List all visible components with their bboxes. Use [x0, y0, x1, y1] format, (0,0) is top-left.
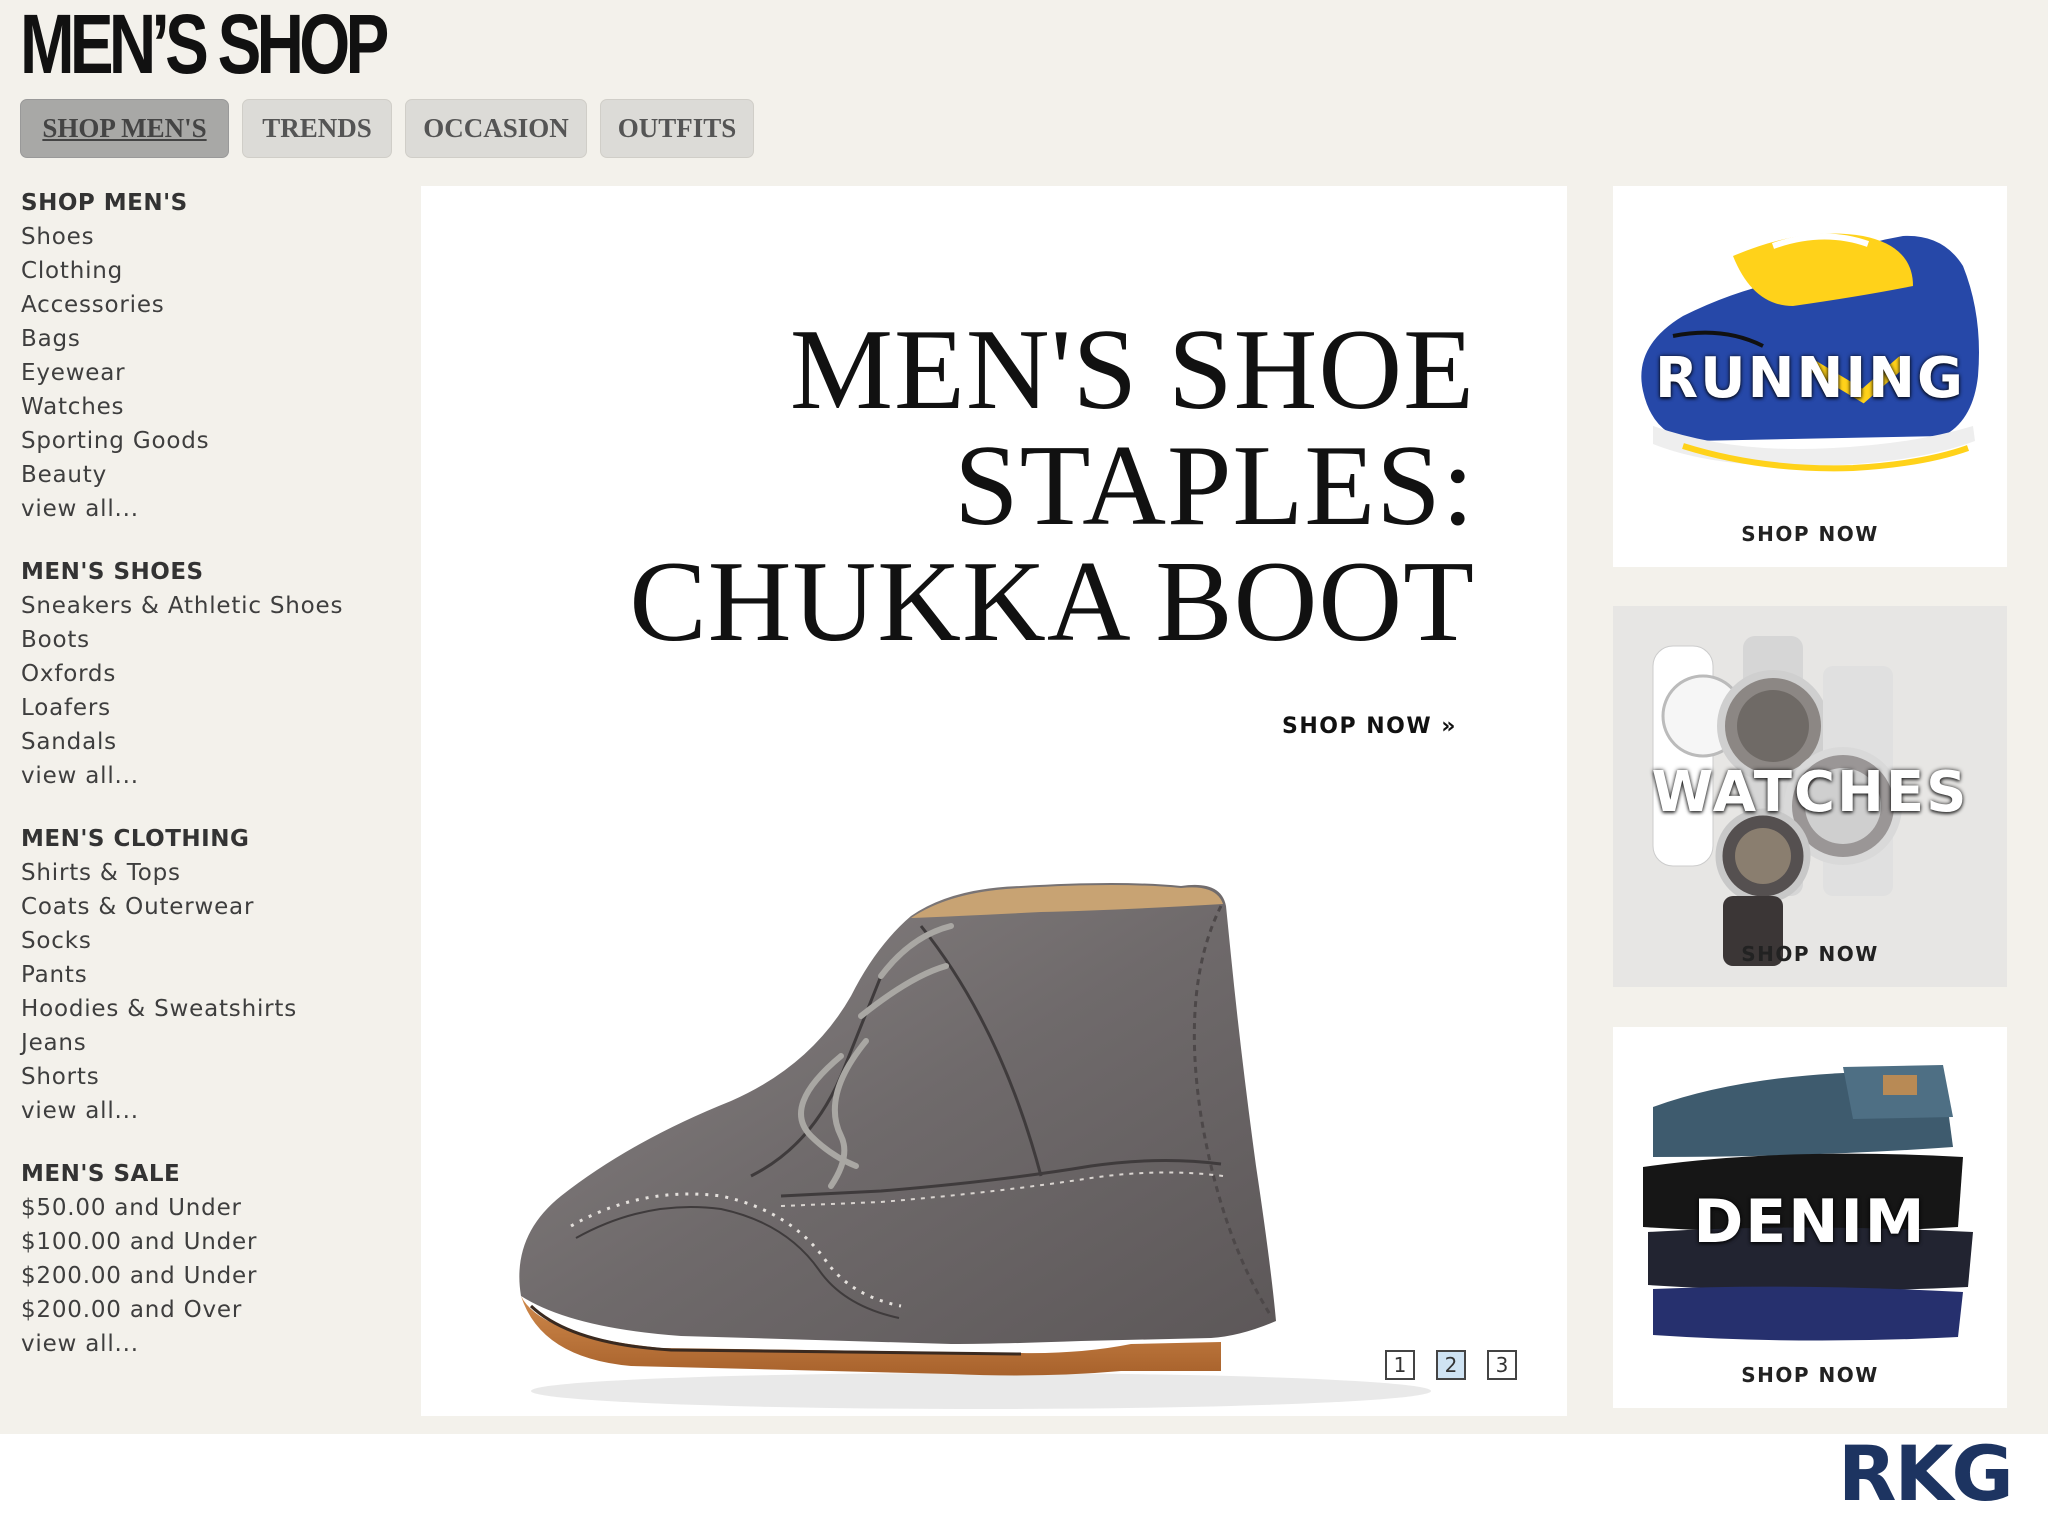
sidebar-link-shoes[interactable]: Shoes: [21, 220, 401, 254]
sidebar-link-hoodies[interactable]: Hoodies & Sweatshirts: [21, 992, 401, 1026]
promo-shop-now[interactable]: SHOP NOW: [1613, 522, 2007, 546]
sidebar-link-view-all[interactable]: view all...: [21, 759, 401, 793]
sidebar-group-mens-sale: MEN'S SALE $50.00 and Under $100.00 and …: [21, 1157, 401, 1361]
carousel-page-1[interactable]: 1: [1385, 1350, 1415, 1380]
tab-occasion[interactable]: OCCASION: [405, 99, 587, 158]
sidebar-link-loafers[interactable]: Loafers: [21, 691, 401, 725]
tab-trends[interactable]: TRENDS: [242, 99, 392, 158]
promo-label: WATCHES: [1651, 760, 1969, 825]
sidebar-group-shop-mens: SHOP MEN'S Shoes Clothing Accessories Ba…: [21, 186, 401, 526]
sidebar-link-boots[interactable]: Boots: [21, 623, 401, 657]
hero-headline-line: STAPLES:: [954, 422, 1475, 550]
page-title: MEN’S SHOP: [20, 0, 389, 91]
tab-outfits[interactable]: OUTFITS: [600, 99, 754, 158]
carousel-page-2[interactable]: 2: [1436, 1350, 1466, 1380]
sidebar-link-sandals[interactable]: Sandals: [21, 725, 401, 759]
top-nav-tabs: SHOP MEN'S TRENDS OCCASION OUTFITS: [20, 99, 767, 158]
sidebar-link-sneakers[interactable]: Sneakers & Athletic Shoes: [21, 589, 401, 623]
sidebar-link-shorts[interactable]: Shorts: [21, 1060, 401, 1094]
promo-denim[interactable]: DENIM SHOP NOW: [1613, 1027, 2007, 1408]
hero-headline: MEN'S SHOE STAPLES: CHUKKA BOOT: [629, 312, 1475, 660]
sidebar-heading: SHOP MEN'S: [21, 190, 188, 216]
promo-shop-now[interactable]: SHOP NOW: [1613, 942, 2007, 966]
hero-shop-now-link[interactable]: SHOP NOW »: [1282, 714, 1457, 739]
sidebar-group-mens-shoes: MEN'S SHOES Sneakers & Athletic Shoes Bo…: [21, 555, 401, 793]
sidebar-link-view-all[interactable]: view all...: [21, 1327, 401, 1361]
sidebar-link-socks[interactable]: Socks: [21, 924, 401, 958]
sidebar-link-oxfords[interactable]: Oxfords: [21, 657, 401, 691]
sidebar-link-view-all[interactable]: view all...: [21, 1094, 401, 1128]
mens-shop-page: MEN’S SHOP SHOP MEN'S TRENDS OCCASION OU…: [0, 0, 2048, 1434]
sidebar-link-shirts-tops[interactable]: Shirts & Tops: [21, 856, 401, 890]
sidebar-link-pants[interactable]: Pants: [21, 958, 401, 992]
promo-label: RUNNING: [1655, 346, 1965, 411]
sidebar-link-view-all[interactable]: view all...: [21, 492, 401, 526]
sidebar-link-watches[interactable]: Watches: [21, 390, 401, 424]
sidebar-link-accessories[interactable]: Accessories: [21, 288, 401, 322]
hero-headline-line: CHUKKA BOOT: [629, 538, 1475, 666]
sidebar-heading: MEN'S SHOES: [21, 559, 204, 585]
sidebar-group-mens-clothing: MEN'S CLOTHING Shirts & Tops Coats & Out…: [21, 822, 401, 1128]
sidebar-link-under-100[interactable]: $100.00 and Under: [21, 1225, 401, 1259]
sidebar-link-coats-outerwear[interactable]: Coats & Outerwear: [21, 890, 401, 924]
sidebar-link-under-200[interactable]: $200.00 and Under: [21, 1259, 401, 1293]
sidebar-link-bags[interactable]: Bags: [21, 322, 401, 356]
promo-label: DENIM: [1693, 1187, 1927, 1257]
sidebar-link-clothing[interactable]: Clothing: [21, 254, 401, 288]
sidebar-link-over-200[interactable]: $200.00 and Over: [21, 1293, 401, 1327]
sidebar-link-eyewear[interactable]: Eyewear: [21, 356, 401, 390]
promo-shop-now[interactable]: SHOP NOW: [1613, 1363, 2007, 1387]
category-sidebar: SHOP MEN'S Shoes Clothing Accessories Ba…: [21, 186, 401, 1390]
sidebar-link-under-50[interactable]: $50.00 and Under: [21, 1191, 401, 1225]
carousel-page-3[interactable]: 3: [1487, 1350, 1517, 1380]
hero-banner[interactable]: MEN'S SHOE STAPLES: CHUKKA BOOT SHOP NOW…: [421, 186, 1567, 1416]
promo-running[interactable]: RUNNING SHOP NOW: [1613, 186, 2007, 567]
sidebar-link-jeans[interactable]: Jeans: [21, 1026, 401, 1060]
carousel-pager: 1 2 3: [1364, 1350, 1517, 1380]
sidebar-heading: MEN'S CLOTHING: [21, 826, 250, 852]
chukka-boot-image: [519, 883, 1431, 1409]
rkg-logo: RKG: [1838, 1429, 2014, 1518]
hero-headline-line: MEN'S SHOE: [789, 306, 1475, 434]
sidebar-heading: MEN'S SALE: [21, 1161, 181, 1187]
tab-shop-mens[interactable]: SHOP MEN'S: [20, 99, 229, 158]
sidebar-link-sporting-goods[interactable]: Sporting Goods: [21, 424, 401, 458]
promo-watches[interactable]: WATCHES SHOP NOW: [1613, 606, 2007, 987]
sidebar-link-beauty[interactable]: Beauty: [21, 458, 401, 492]
